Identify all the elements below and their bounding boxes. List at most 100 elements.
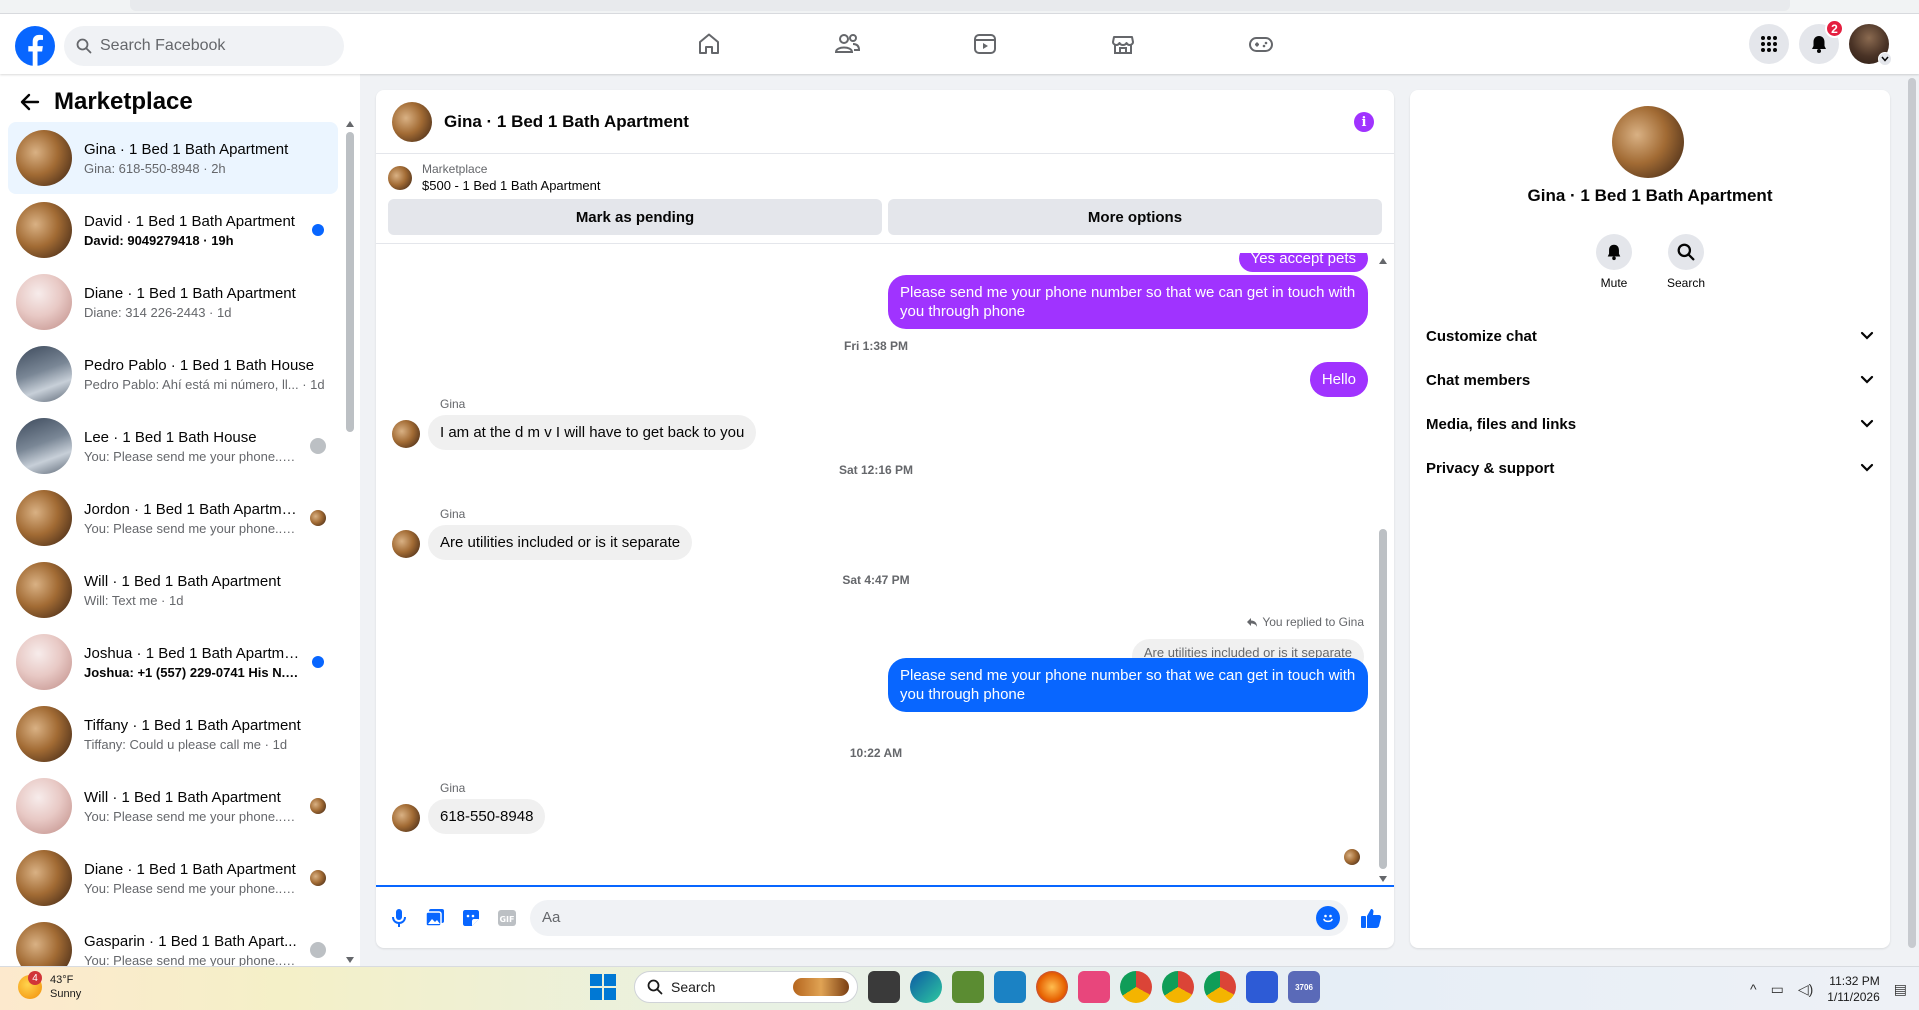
notification-center-icon[interactable]: ▤ xyxy=(1894,981,1907,998)
incoming-message: Are utilities included or is it separate xyxy=(428,525,693,560)
outgoing-message: Yes accept pets xyxy=(1238,253,1368,272)
details-section-chat-members[interactable]: Chat members xyxy=(1426,358,1874,402)
script-app-icon[interactable] xyxy=(994,971,1026,1003)
nav-marketplace-icon[interactable] xyxy=(1054,14,1192,74)
unread-dot-icon xyxy=(312,656,324,668)
nav-gaming-icon[interactable] xyxy=(1192,14,1330,74)
seen-avatar xyxy=(310,942,326,958)
conversation-preview: Will: Text me · 1d xyxy=(84,592,184,608)
conversation-item[interactable]: David · 1 Bed 1 Bath Apartment David: 904… xyxy=(8,194,338,266)
chat-window: Gina · 1 Bed 1 Bath Apartment i Marketpl… xyxy=(376,90,1394,948)
seen-avatar xyxy=(310,438,326,454)
conversation-item[interactable]: Pedro Pablo · 1 Bed 1 Bath House Pedro Pa… xyxy=(8,338,338,410)
mail-app-icon[interactable]: 3706 xyxy=(1288,971,1320,1003)
search-in-conversation-button[interactable]: Search xyxy=(1666,234,1706,290)
bell-icon xyxy=(1607,244,1621,261)
photo-icon[interactable] xyxy=(422,905,448,931)
chevron-up-icon[interactable]: ^ xyxy=(1750,981,1757,997)
profile-avatar[interactable] xyxy=(1849,24,1892,66)
section-label: Media, files and links xyxy=(1426,415,1577,433)
sender-avatar[interactable] xyxy=(392,530,420,558)
mark-as-pending-button[interactable]: Mark as pending xyxy=(388,199,882,235)
firefox-icon[interactable] xyxy=(1036,971,1068,1003)
conversation-item[interactable]: Gasparin · 1 Bed 1 Bath Apart... You: Ple… xyxy=(8,914,338,966)
nav-home-icon[interactable] xyxy=(640,14,778,74)
listing-thumbnail[interactable] xyxy=(388,165,412,190)
chart-app-icon[interactable] xyxy=(952,971,984,1003)
conversation-preview: You: Please send me your phone... 1d xyxy=(84,448,298,464)
details-section-customize-chat[interactable]: Customize chat xyxy=(1426,314,1874,358)
conversation-item[interactable]: Tiffany · 1 Bed 1 Bath Apartment Tiffany:… xyxy=(8,698,338,770)
section-label: Privacy & support xyxy=(1426,459,1555,477)
conversation-item[interactable]: Lee · 1 Bed 1 Bath House You: Please send… xyxy=(8,410,338,482)
chrome-profile-2-icon[interactable] xyxy=(1204,971,1236,1003)
chat-avatar[interactable] xyxy=(392,101,432,142)
menu-grid-icon[interactable] xyxy=(1749,24,1789,64)
shield-app-icon[interactable] xyxy=(1246,971,1278,1003)
facebook-logo-icon[interactable] xyxy=(15,26,55,66)
thumbs-up-icon[interactable] xyxy=(1358,905,1384,931)
windows-start-icon[interactable] xyxy=(590,974,616,1000)
notifications-button[interactable]: 2 xyxy=(1799,19,1844,64)
network-icon[interactable]: ▭ xyxy=(1771,981,1784,998)
search-icon xyxy=(647,979,663,995)
message-input[interactable]: Aa xyxy=(530,899,1348,936)
address-bar[interactable] xyxy=(130,0,1790,11)
conversation-item[interactable]: Jordon · 1 Bed 1 Bath Apartme... You: Ple… xyxy=(8,482,338,554)
mute-label: Mute xyxy=(1600,276,1628,290)
taskbar-search-label: Search xyxy=(671,979,716,995)
chrome-icon[interactable] xyxy=(1120,971,1152,1003)
page-scrollbar[interactable] xyxy=(1905,74,1919,966)
gif-icon[interactable]: GIF xyxy=(494,905,520,931)
conversation-preview: Pedro Pablo: Ahí está mi número, ll... ·… xyxy=(84,376,325,392)
nav-video-icon[interactable] xyxy=(916,14,1054,74)
listing-thumbnail xyxy=(16,130,72,186)
mute-button[interactable]: Mute xyxy=(1596,234,1632,290)
details-section-privacy-support[interactable]: Privacy & support xyxy=(1426,446,1874,490)
taskbar-search[interactable]: Search xyxy=(634,971,858,1003)
main-nav xyxy=(640,14,1330,74)
system-clock[interactable]: 11:32 PM 1/11/2026 xyxy=(1827,973,1880,1005)
nav-friends-icon[interactable] xyxy=(778,14,916,74)
timestamp: 10:22 AM xyxy=(849,746,903,760)
emoji-icon[interactable] xyxy=(1316,905,1340,930)
chrome-profile-icon[interactable] xyxy=(1162,971,1194,1003)
reply-note-text: You replied to Gina xyxy=(1262,615,1364,629)
sticker-icon[interactable] xyxy=(458,905,484,931)
chat-header: Gina · 1 Bed 1 Bath Apartment i xyxy=(376,90,1394,154)
bell-icon xyxy=(1812,36,1826,53)
message-scrollbar[interactable] xyxy=(1378,257,1388,883)
seen-avatar xyxy=(310,510,326,526)
details-title: Gina · 1 Bed 1 Bath Apartment xyxy=(1527,186,1773,205)
incoming-message: I am at the d m v I will have to get bac… xyxy=(428,415,757,450)
conversation-item[interactable]: Will · 1 Bed 1 Bath Apartment Will: Text … xyxy=(8,554,338,626)
conversation-item[interactable]: Diane · 1 Bed 1 Bath Apartment You: Pleas… xyxy=(8,842,338,914)
sidebar-scrollbar[interactable] xyxy=(346,118,354,966)
details-section-media-files-and-links[interactable]: Media, files and links xyxy=(1426,402,1874,446)
conversation-title: Will · 1 Bed 1 Bath Apartment xyxy=(84,572,281,590)
conversation-item[interactable]: Gina · 1 Bed 1 Bath Apartment Gina: 618-5… xyxy=(8,122,338,194)
back-arrow-icon[interactable] xyxy=(20,92,40,112)
conversation-item[interactable]: Diane · 1 Bed 1 Bath Apartment Diane: 314… xyxy=(8,266,338,338)
volume-icon[interactable]: ◁) xyxy=(1798,981,1813,998)
conversation-item[interactable]: Will · 1 Bed 1 Bath Apartment You: Please… xyxy=(8,770,338,842)
details-avatar[interactable] xyxy=(1612,106,1684,178)
chat-title[interactable]: Gina · 1 Bed 1 Bath Apartment xyxy=(444,112,689,132)
search-facebook-input[interactable]: Search Facebook xyxy=(64,26,344,66)
weather-widget[interactable]: 4 43°F Sunny xyxy=(18,971,81,1001)
conversation-item[interactable]: Joshua · 1 Bed 1 Bath Apartment Joshua: +… xyxy=(8,626,338,698)
edge-icon[interactable] xyxy=(910,971,942,1003)
listing-price-title[interactable]: $500 - 1 Bed 1 Bath Apartment xyxy=(422,178,601,193)
marketplace-label: Marketplace xyxy=(422,162,488,176)
search-label: Search xyxy=(1666,276,1706,290)
microphone-icon[interactable] xyxy=(386,905,412,931)
timestamp: Sat 12:16 PM xyxy=(838,463,914,477)
snipping-tool-icon[interactable] xyxy=(1078,971,1110,1003)
temperature: 43°F xyxy=(50,974,74,986)
task-view-icon[interactable] xyxy=(868,971,900,1003)
sender-avatar[interactable] xyxy=(392,420,420,448)
sender-avatar[interactable] xyxy=(392,804,420,832)
info-icon[interactable]: i xyxy=(1354,112,1374,132)
more-options-button[interactable]: More options xyxy=(888,199,1382,235)
listing-thumbnail xyxy=(16,274,72,330)
